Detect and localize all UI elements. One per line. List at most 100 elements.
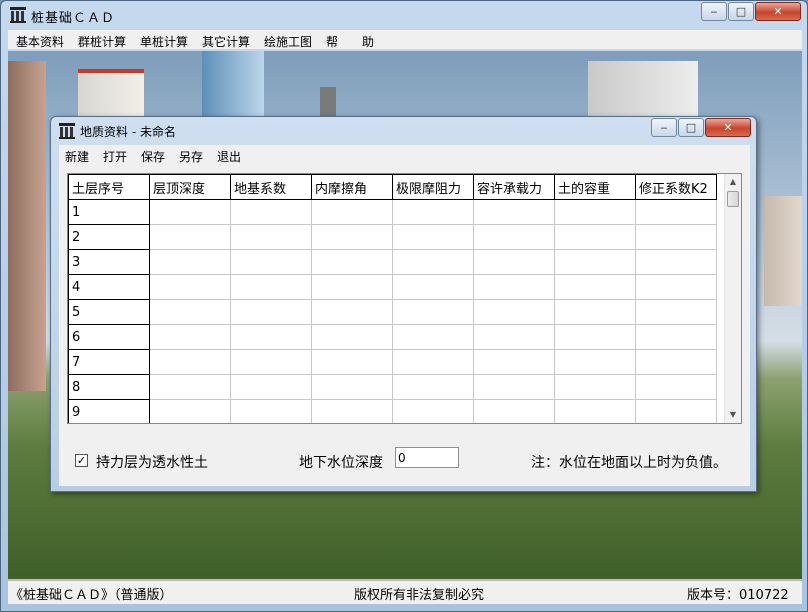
checkbox-box[interactable]: ✓ [75, 454, 88, 467]
minimize-button[interactable]: ‒ [701, 2, 727, 21]
menu-help-2[interactable]: 助 [362, 33, 374, 50]
grid-cell[interactable] [311, 274, 393, 300]
grid-cell[interactable] [473, 324, 555, 350]
row-number-cell[interactable]: 9 [68, 399, 150, 423]
grid-cell[interactable] [392, 224, 474, 250]
grid-cell[interactable] [473, 399, 555, 423]
grid-cell[interactable] [554, 199, 636, 225]
grid-column-header[interactable]: 容许承载力 [473, 174, 555, 200]
grid-cell[interactable] [554, 374, 636, 400]
grid-cell[interactable] [635, 299, 717, 325]
row-number-cell[interactable]: 8 [68, 374, 150, 400]
menu-pile-group-calc[interactable]: 群桩计算 [78, 33, 126, 50]
grid-cell[interactable] [554, 249, 636, 275]
grid-cell[interactable] [230, 274, 312, 300]
grid-cell[interactable] [230, 224, 312, 250]
grid-column-header[interactable]: 内摩擦角 [311, 174, 393, 200]
scroll-up-arrow-icon[interactable]: ▲ [725, 174, 741, 190]
menu-other-calc[interactable]: 其它计算 [202, 33, 250, 50]
close-button[interactable]: ✕ [755, 2, 801, 21]
grid-cell[interactable] [311, 224, 393, 250]
grid-cell[interactable] [392, 374, 474, 400]
grid-cell[interactable] [635, 324, 717, 350]
grid-cell[interactable] [149, 374, 231, 400]
grid-cell[interactable] [230, 199, 312, 225]
menu-save[interactable]: 保存 [141, 148, 165, 165]
grid-cell[interactable] [392, 274, 474, 300]
grid-cell[interactable] [635, 274, 717, 300]
grid-cell[interactable] [230, 249, 312, 275]
grid-cell[interactable] [473, 199, 555, 225]
grid-cell[interactable] [473, 349, 555, 375]
grid-cell[interactable] [392, 349, 474, 375]
grid-cell[interactable] [635, 249, 717, 275]
grid-column-header[interactable]: 地基系数 [230, 174, 312, 200]
grid-cell[interactable] [473, 299, 555, 325]
row-number-cell[interactable]: 5 [68, 299, 150, 325]
grid-cell[interactable] [554, 299, 636, 325]
scroll-down-arrow-icon[interactable]: ▼ [725, 407, 741, 423]
grid-cell[interactable] [554, 349, 636, 375]
scroll-thumb[interactable] [727, 191, 739, 207]
grid-cell[interactable] [392, 324, 474, 350]
grid-cell[interactable] [554, 399, 636, 423]
grid-cell[interactable] [392, 199, 474, 225]
grid-cell[interactable] [311, 199, 393, 225]
grid-cell[interactable] [230, 324, 312, 350]
grid-cell[interactable] [149, 324, 231, 350]
grid-cell[interactable] [149, 274, 231, 300]
grid-cell[interactable] [149, 399, 231, 423]
menu-help-1[interactable]: 帮 [326, 33, 338, 50]
water-depth-input[interactable] [395, 447, 459, 468]
grid-column-header[interactable]: 层顶深度 [149, 174, 231, 200]
grid-cell[interactable] [230, 349, 312, 375]
row-number-cell[interactable]: 2 [68, 224, 150, 250]
grid-cell[interactable] [473, 374, 555, 400]
child-close-button[interactable]: ✕ [705, 118, 751, 137]
grid-cell[interactable] [230, 399, 312, 423]
menu-save-as[interactable]: 另存 [179, 148, 203, 165]
menu-exit[interactable]: 退出 [217, 148, 241, 165]
grid-cell[interactable] [392, 249, 474, 275]
grid-cell[interactable] [149, 199, 231, 225]
grid-column-header[interactable]: 极限摩阻力 [392, 174, 474, 200]
row-number-cell[interactable]: 7 [68, 349, 150, 375]
soil-layer-grid[interactable]: 土层序号 层顶深度 地基系数 内摩擦角 极限摩阻力 容许承载力 土的容重 修正系数K2 123… [67, 173, 742, 424]
row-number-cell[interactable]: 4 [68, 274, 150, 300]
grid-cell[interactable] [635, 374, 717, 400]
grid-cell[interactable] [473, 224, 555, 250]
menu-single-pile-calc[interactable]: 单桩计算 [140, 33, 188, 50]
grid-cell[interactable] [635, 199, 717, 225]
grid-vertical-scrollbar[interactable]: ▲ ▼ [724, 174, 741, 423]
child-minimize-button[interactable]: ‒ [651, 118, 677, 137]
menu-basic-data[interactable]: 基本资料 [16, 33, 64, 50]
grid-cell[interactable] [149, 224, 231, 250]
grid-cell[interactable] [392, 299, 474, 325]
menu-open[interactable]: 打开 [103, 148, 127, 165]
grid-column-header[interactable]: 土层序号 [68, 174, 150, 200]
grid-cell[interactable] [311, 374, 393, 400]
grid-cell[interactable] [149, 299, 231, 325]
maximize-button[interactable]: □ [728, 2, 754, 21]
row-number-cell[interactable]: 3 [68, 249, 150, 275]
grid-cell[interactable] [311, 349, 393, 375]
grid-cell[interactable] [149, 249, 231, 275]
row-number-cell[interactable]: 6 [68, 324, 150, 350]
grid-column-header[interactable]: 土的容重 [554, 174, 636, 200]
grid-cell[interactable] [554, 224, 636, 250]
menu-new[interactable]: 新建 [65, 148, 89, 165]
grid-cell[interactable] [230, 299, 312, 325]
grid-column-header[interactable]: 修正系数K2 [635, 174, 717, 200]
child-maximize-button[interactable]: □ [678, 118, 704, 137]
grid-cell[interactable] [311, 324, 393, 350]
main-titlebar[interactable]: 桩基础ＣＡＤ ‒ □ ✕ [1, 1, 807, 29]
grid-cell[interactable] [149, 349, 231, 375]
grid-cell[interactable] [473, 249, 555, 275]
grid-cell[interactable] [554, 274, 636, 300]
row-number-cell[interactable]: 1 [68, 199, 150, 225]
menu-draw-construction[interactable]: 绘施工图 [264, 33, 312, 50]
grid-cell[interactable] [392, 399, 474, 423]
grid-cell[interactable] [635, 399, 717, 423]
grid-cell[interactable] [635, 349, 717, 375]
grid-cell[interactable] [230, 374, 312, 400]
